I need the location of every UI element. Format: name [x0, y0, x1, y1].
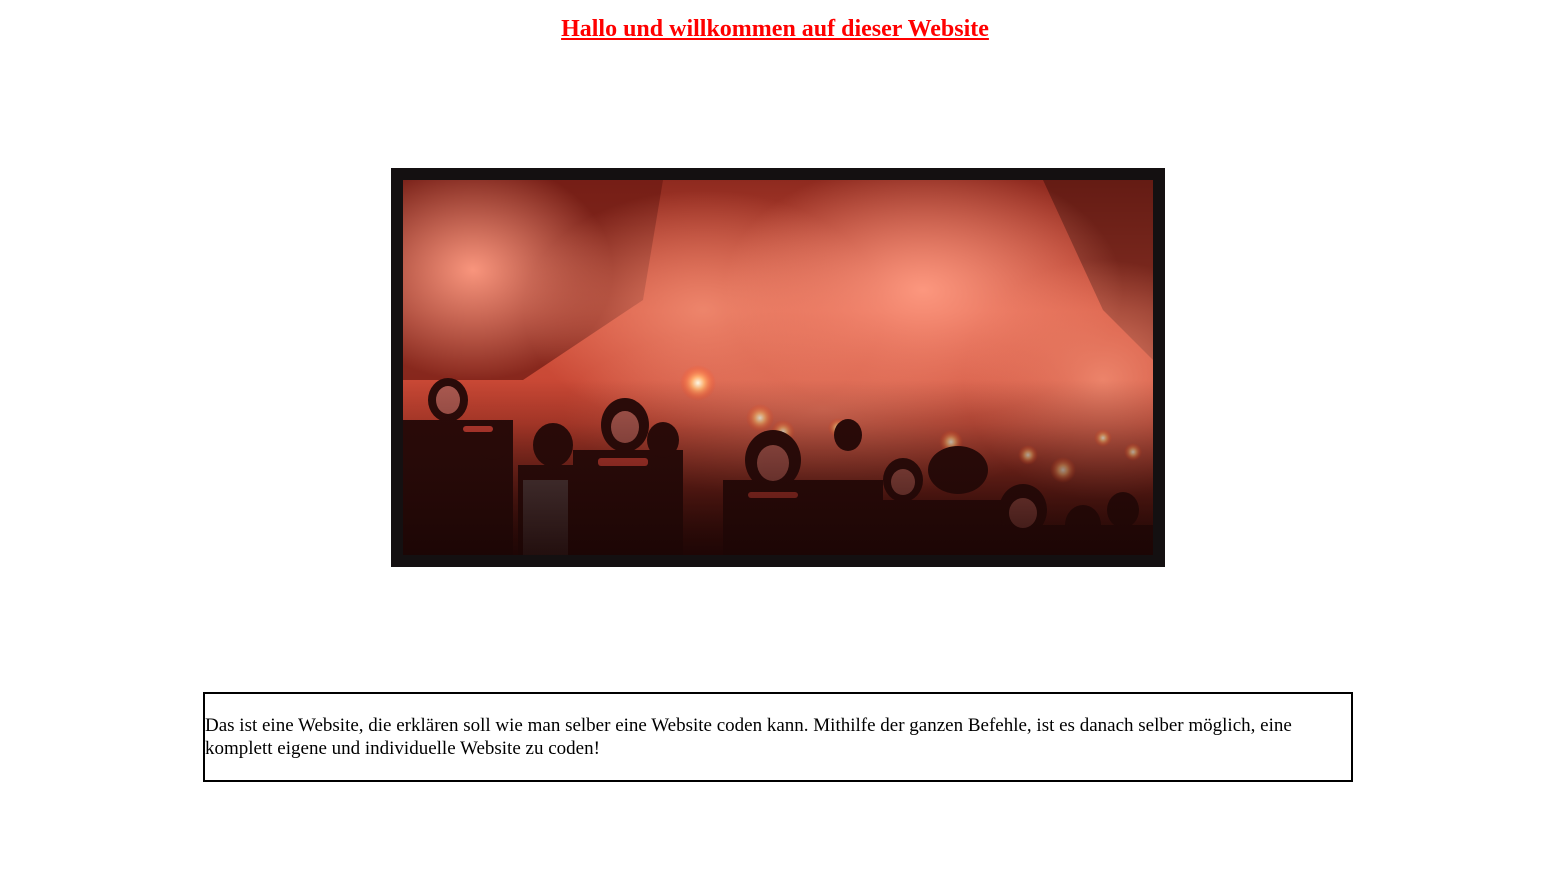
intro-text-box: Das ist eine Website, die erklären soll …	[203, 692, 1353, 782]
page: Hallo und willkommen auf dieser Website	[0, 0, 1550, 892]
photo-illustration	[403, 180, 1153, 555]
page-title: Hallo und willkommen auf dieser Website	[561, 16, 989, 42]
stadium-flares-photo	[403, 180, 1153, 555]
photo-frame	[391, 168, 1165, 567]
intro-paragraph: Das ist eine Website, die erklären soll …	[205, 715, 1292, 759]
